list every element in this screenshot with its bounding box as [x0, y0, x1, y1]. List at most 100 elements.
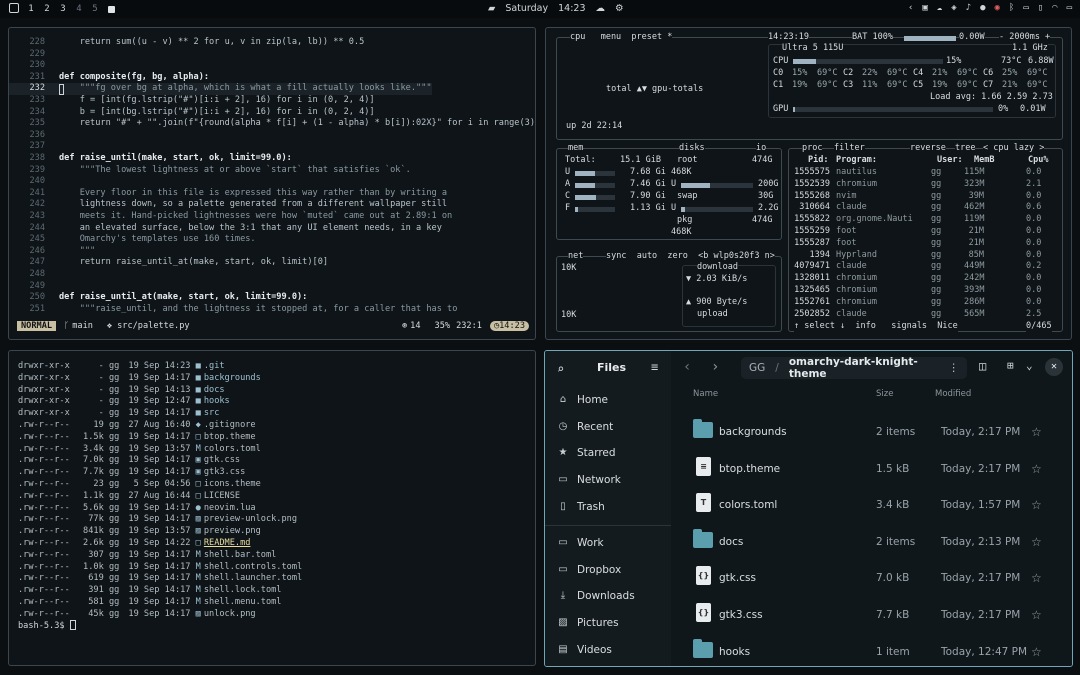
sidebar-item-pictures[interactable]: ▨ Pictures: [557, 617, 618, 629]
clipboard-icon[interactable]: ▰: [488, 3, 495, 14]
chevron-left-icon[interactable]: ‹: [908, 3, 913, 13]
proc-cell[interactable]: foot: [836, 238, 856, 249]
file-row[interactable]: {} gtk.css 7.0 kB Today, 2:17 PM ☆: [671, 560, 1072, 596]
proc-cell[interactable]: 0.0: [1026, 167, 1041, 178]
proc-cell[interactable]: chromium: [836, 285, 877, 296]
proc-cell[interactable]: 2502852: [794, 309, 830, 320]
workspace-5[interactable]: 5: [90, 4, 100, 14]
proc-cell[interactable]: gg: [931, 179, 941, 190]
launcher-icon[interactable]: [9, 3, 19, 13]
settings-icon[interactable]: ⚙: [615, 3, 624, 14]
back-icon[interactable]: ‹: [683, 359, 691, 375]
proc-cell[interactable]: 310664: [794, 202, 830, 213]
proc-cell[interactable]: 0.0: [1026, 214, 1041, 225]
file-row[interactable]: ≡ btop.theme 1.5 kB Today, 2:17 PM ☆: [671, 451, 1072, 487]
display-icon[interactable]: ▭: [1023, 3, 1028, 13]
proc-cell[interactable]: 21M: [964, 238, 984, 249]
grid-view-icon[interactable]: ⊞: [1007, 359, 1014, 372]
star-icon[interactable]: ☆: [1031, 425, 1042, 439]
proc-cell[interactable]: 393M: [964, 285, 984, 296]
workspace-3[interactable]: 3: [58, 4, 68, 14]
proc-cell[interactable]: 565M: [964, 309, 984, 320]
proc-cell[interactable]: 1555822: [794, 214, 830, 225]
workspace-2[interactable]: 2: [42, 4, 52, 14]
proc-cell[interactable]: Hyprland: [836, 250, 877, 261]
proc-column-header[interactable]: Pid:: [808, 155, 828, 166]
proc-cell[interactable]: 85M: [964, 250, 984, 261]
proc-cell[interactable]: chromium: [836, 179, 877, 190]
proc-column-header[interactable]: MemB: [974, 155, 994, 166]
proc-cell[interactable]: claude: [836, 202, 867, 213]
prompt[interactable]: bash-5.3$: [18, 620, 76, 633]
interval-control[interactable]: - 2000ms +: [999, 32, 1051, 43]
path-menu-icon[interactable]: ⋮: [949, 362, 960, 374]
mem-title[interactable]: mem: [568, 143, 584, 154]
btop-window[interactable]: cpu menu preset * 14:23:19 BAT 100% 0.00…: [545, 27, 1072, 340]
dropbox-icon[interactable]: ◈: [951, 3, 956, 13]
chevron-down-icon[interactable]: ⌄: [1026, 359, 1033, 372]
proc-tree[interactable]: tree: [955, 143, 976, 154]
file-name[interactable]: hooks: [719, 646, 750, 658]
file-row[interactable]: {} gtk3.css 7.7 kB Today, 2:17 PM ☆: [671, 597, 1072, 633]
column-modified[interactable]: Modified: [935, 389, 971, 399]
proc-cell[interactable]: 119M: [964, 214, 984, 225]
path-current[interactable]: omarchy-dark-knight-theme: [789, 356, 939, 380]
proc-sort[interactable]: < cpu lazy >: [983, 143, 1045, 154]
proc-cell[interactable]: 1555287: [794, 238, 830, 249]
proc-cell[interactable]: 1552761: [794, 297, 830, 308]
file-name[interactable]: backgrounds: [719, 426, 787, 438]
proc-cell[interactable]: 2.1: [1026, 179, 1041, 190]
proc-cell[interactable]: 1555259: [794, 226, 830, 237]
proc-cell[interactable]: 1552539: [794, 179, 830, 190]
robot-icon[interactable]: ◉: [994, 3, 999, 13]
file-row[interactable]: backgrounds 2 items Today, 2:17 PM ☆: [671, 414, 1072, 450]
proc-cell[interactable]: 0.0: [1026, 273, 1041, 284]
menu-icon[interactable]: ≡: [651, 360, 658, 374]
forward-icon[interactable]: ›: [711, 359, 719, 375]
proc-cell[interactable]: gg: [931, 238, 941, 249]
proc-title[interactable]: proc: [802, 143, 823, 154]
file-name[interactable]: gtk.css: [719, 572, 756, 584]
star-icon[interactable]: ☆: [1031, 608, 1042, 622]
proc-cell[interactable]: org.gnome.Nauti: [836, 214, 913, 225]
file-row[interactable]: hooks 1 item Today, 12:47 PM ☆: [671, 634, 1072, 666]
mic-icon[interactable]: ▯: [1038, 3, 1043, 13]
file-row[interactable]: docs 2 items Today, 2:13 PM ☆: [671, 524, 1072, 560]
bell-icon[interactable]: ♪: [966, 3, 971, 13]
net-options[interactable]: sync auto zero <b wlp0s20f3 n>: [606, 251, 775, 262]
proc-cell[interactable]: gg: [931, 250, 941, 261]
proc-cell[interactable]: 0.6: [1026, 202, 1041, 213]
io-toggle[interactable]: io: [756, 143, 767, 154]
proc-cell[interactable]: 0.0: [1026, 238, 1041, 249]
path-root[interactable]: GG: [749, 362, 765, 374]
sidebar-item-work[interactable]: ▭ Work: [557, 537, 603, 549]
proc-cell[interactable]: gg: [931, 309, 941, 320]
file-name[interactable]: btop.theme: [719, 463, 780, 475]
weather-icon[interactable]: ☁: [596, 3, 606, 14]
star-icon[interactable]: ☆: [1031, 645, 1042, 659]
sidebar-item-dropbox[interactable]: ▭ Dropbox: [557, 564, 621, 576]
file-name[interactable]: gtk3.css: [719, 609, 763, 621]
proc-cell[interactable]: gg: [931, 191, 941, 202]
proc-cell[interactable]: 1555268: [794, 191, 830, 202]
proc-cell[interactable]: gg: [931, 297, 941, 308]
user-icon[interactable]: ●: [980, 3, 985, 13]
column-size[interactable]: Size: [876, 389, 893, 399]
proc-cell[interactable]: 462M: [964, 202, 984, 213]
proc-cell[interactable]: 286M: [964, 297, 984, 308]
proc-cell[interactable]: 0.0: [1026, 226, 1041, 237]
proc-cell[interactable]: 4079471: [794, 261, 830, 272]
sidebar-item-videos[interactable]: ▤ Videos: [557, 644, 612, 656]
battery-icon[interactable]: ▭: [1067, 3, 1072, 13]
proc-cell[interactable]: 0.0: [1026, 297, 1041, 308]
proc-footer[interactable]: ↑ select ↓ info signals Nice: [794, 321, 958, 332]
proc-cell[interactable]: gg: [931, 202, 941, 213]
wifi-icon[interactable]: ◠: [1052, 3, 1057, 13]
proc-cell[interactable]: chromium: [836, 297, 877, 308]
file-row[interactable]: Tcolors.toml 3.4 kB Today, 1:57 PM ☆: [671, 487, 1072, 523]
star-icon[interactable]: ☆: [1031, 462, 1042, 476]
proc-cell[interactable]: 21M: [964, 226, 984, 237]
proc-cell[interactable]: gg: [931, 261, 941, 272]
proc-cell[interactable]: 242M: [964, 273, 984, 284]
proc-cell[interactable]: 1394: [794, 250, 830, 261]
